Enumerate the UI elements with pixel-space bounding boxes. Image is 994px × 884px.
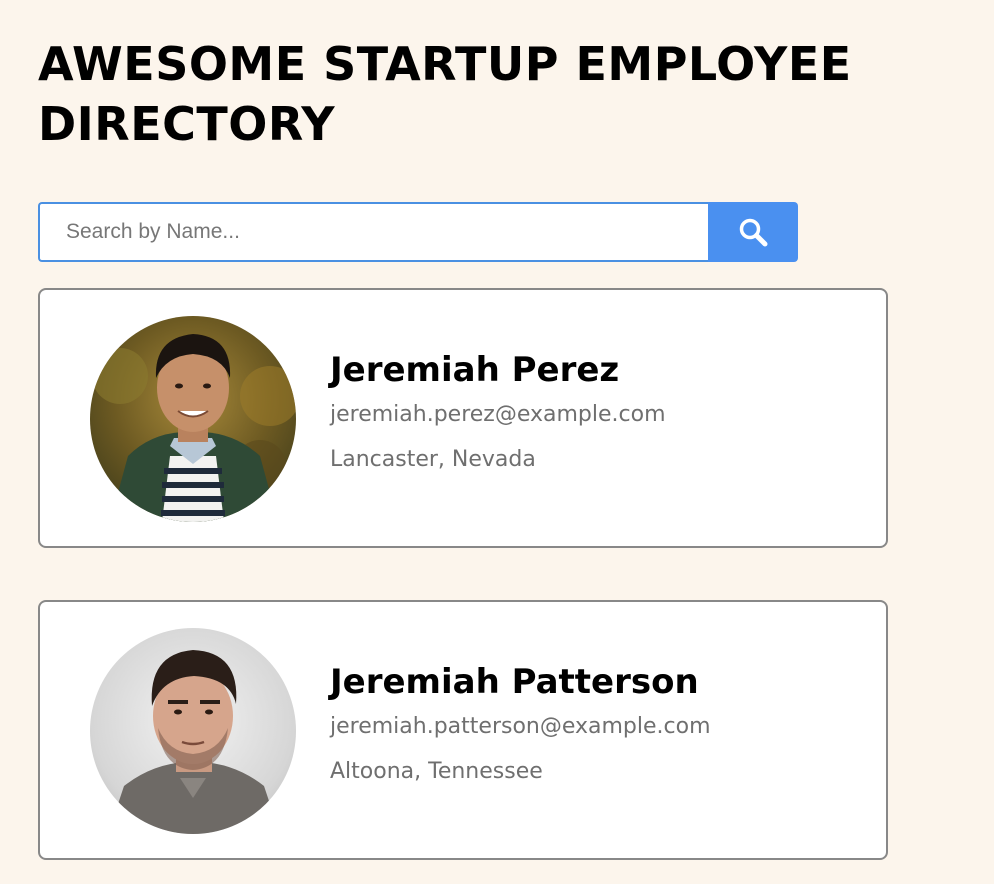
employee-email: jeremiah.perez@example.com [330, 402, 666, 427]
search-button[interactable] [708, 202, 798, 262]
employee-name: Jeremiah Perez [330, 350, 620, 390]
employee-card[interactable]: Jeremiah Patterson jeremiah.patterson@ex… [38, 600, 888, 860]
search-input[interactable] [38, 202, 708, 262]
page-title: AWESOME STARTUP EMPLOYEE DIRECTORY [38, 37, 852, 151]
employee-location: Altoona, Tennessee [330, 759, 543, 784]
search-icon [739, 218, 768, 247]
avatar-photo [90, 628, 296, 834]
employee-card[interactable]: Jeremiah Perez jeremiah.perez@example.co… [38, 288, 888, 548]
employee-name: Jeremiah Patterson [330, 662, 699, 702]
employee-info: Jeremiah Patterson jeremiah.patterson@ex… [330, 660, 711, 802]
avatar [90, 628, 296, 834]
search-bar [38, 202, 798, 262]
employee-location: Lancaster, Nevada [330, 447, 536, 472]
avatar [90, 316, 296, 522]
avatar-photo [90, 316, 296, 522]
employee-email: jeremiah.patterson@example.com [330, 714, 711, 739]
directory-page: AWESOME STARTUP EMPLOYEE DIRECTORY Searc… [0, 0, 994, 884]
employee-info: Jeremiah Perez jeremiah.perez@example.co… [330, 348, 666, 490]
